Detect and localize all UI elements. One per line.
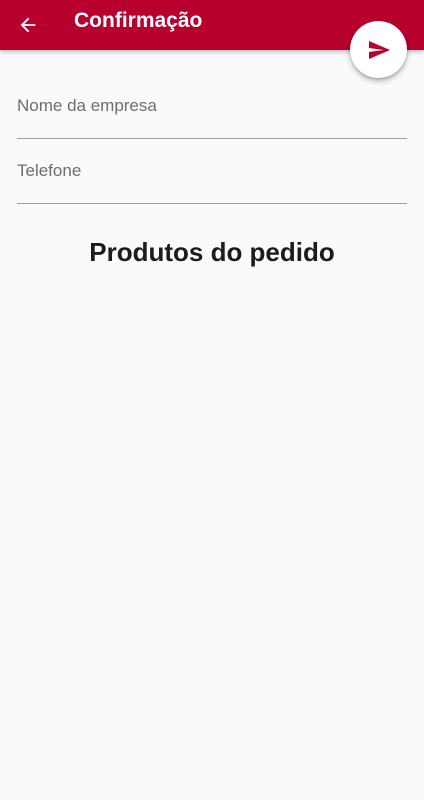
page-title: Confirmação [74, 9, 203, 32]
phone-field [17, 159, 407, 204]
company-name-field [17, 94, 407, 139]
confirmation-screen: Confirmação Produtos do pedido [0, 0, 424, 800]
back-button[interactable] [8, 5, 48, 45]
send-icon [368, 40, 390, 59]
products-heading: Produtos do pedido [89, 237, 335, 267]
company-name-input[interactable] [17, 94, 407, 118]
phone-input[interactable] [17, 159, 407, 183]
send-button[interactable] [350, 21, 407, 78]
arrow-back-icon [20, 17, 36, 33]
